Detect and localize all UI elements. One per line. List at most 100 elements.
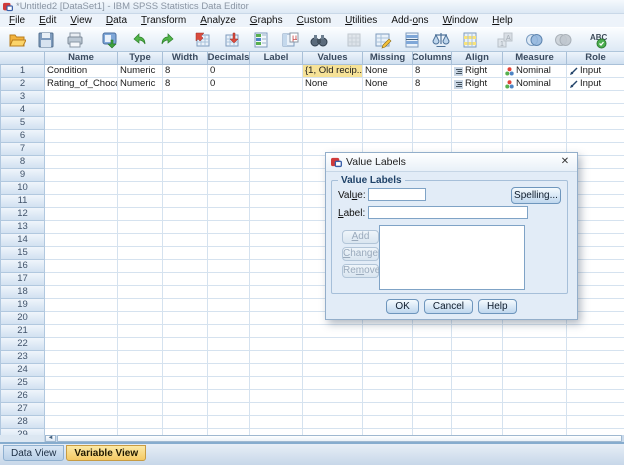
cell-measure[interactable]	[503, 390, 567, 403]
scrollbar-thumb[interactable]	[57, 435, 622, 442]
cell-measure[interactable]	[503, 416, 567, 429]
cell-type[interactable]	[118, 91, 163, 104]
cell-width[interactable]	[163, 195, 208, 208]
cell-values[interactable]	[303, 117, 363, 130]
cell-name[interactable]	[45, 351, 118, 364]
cell-align[interactable]	[452, 325, 503, 338]
cell-type[interactable]	[118, 390, 163, 403]
variable-info-button[interactable]: μ	[276, 29, 303, 51]
cell-align[interactable]	[452, 390, 503, 403]
cell-width[interactable]	[163, 221, 208, 234]
cell-type[interactable]	[118, 325, 163, 338]
menu-item[interactable]: Edit	[32, 14, 63, 27]
cell-name[interactable]	[45, 390, 118, 403]
col-header-measure[interactable]: Measure	[503, 52, 567, 65]
cell-align[interactable]	[452, 338, 503, 351]
cell-type[interactable]	[118, 208, 163, 221]
cell-width[interactable]	[163, 104, 208, 117]
cell-values[interactable]	[303, 325, 363, 338]
cell-label[interactable]	[250, 156, 303, 169]
cell-role[interactable]	[567, 416, 624, 429]
row-header[interactable]: 27	[0, 403, 45, 416]
cell-label[interactable]	[250, 130, 303, 143]
cell-type[interactable]	[118, 416, 163, 429]
use-variable-sets-button[interactable]	[520, 29, 547, 51]
cell-decimals[interactable]	[208, 312, 250, 325]
col-header-width[interactable]: Width	[163, 52, 208, 65]
row-header[interactable]: 3	[0, 91, 45, 104]
row-header[interactable]: 17	[0, 273, 45, 286]
cell-type[interactable]	[118, 364, 163, 377]
cell-name[interactable]	[45, 91, 118, 104]
menu-item[interactable]: Help	[485, 14, 520, 27]
cell-decimals[interactable]	[208, 286, 250, 299]
cell-decimals[interactable]	[208, 260, 250, 273]
cell-label[interactable]	[250, 351, 303, 364]
cell-values[interactable]	[303, 91, 363, 104]
cell-width[interactable]	[163, 182, 208, 195]
cell-columns[interactable]	[413, 104, 452, 117]
cell-label[interactable]	[250, 169, 303, 182]
cell-width[interactable]	[163, 403, 208, 416]
cell-width[interactable]	[163, 338, 208, 351]
menu-item[interactable]: Add-ons	[384, 14, 435, 27]
row-header[interactable]: 8	[0, 156, 45, 169]
cell-missing[interactable]	[363, 390, 413, 403]
cell-type[interactable]	[118, 117, 163, 130]
cell-align[interactable]	[452, 117, 503, 130]
cell-type[interactable]: Numeric	[118, 65, 163, 78]
col-header-values[interactable]: Values	[303, 52, 363, 65]
row-header[interactable]: 11	[0, 195, 45, 208]
cell-measure[interactable]	[503, 377, 567, 390]
cell-width[interactable]	[163, 247, 208, 260]
cell-label[interactable]	[250, 234, 303, 247]
cell-align[interactable]	[452, 351, 503, 364]
dialog-title-bar[interactable]: Value Labels ✕	[326, 153, 577, 172]
cell-role[interactable]: Input	[567, 65, 624, 78]
cell-type[interactable]	[118, 299, 163, 312]
cell-decimals[interactable]	[208, 130, 250, 143]
redo-button[interactable]	[154, 29, 181, 51]
row-header[interactable]: 25	[0, 377, 45, 390]
menu-item[interactable]: Graphs	[243, 14, 290, 27]
ok-button[interactable]: OK	[386, 299, 419, 314]
cell-columns[interactable]	[413, 351, 452, 364]
cell-name[interactable]	[45, 234, 118, 247]
cell-name[interactable]	[45, 195, 118, 208]
cell-label[interactable]	[250, 338, 303, 351]
cell-columns[interactable]	[413, 338, 452, 351]
cell-label[interactable]	[250, 78, 303, 91]
cell-width[interactable]: 8	[163, 65, 208, 78]
cell-width[interactable]	[163, 143, 208, 156]
tab-variable-view[interactable]: Variable View	[66, 445, 147, 461]
cell-type[interactable]	[118, 104, 163, 117]
row-header[interactable]: 16	[0, 260, 45, 273]
scrollbar-track[interactable]	[56, 435, 624, 442]
cell-type[interactable]	[118, 260, 163, 273]
cell-role[interactable]	[567, 403, 624, 416]
cell-name[interactable]	[45, 286, 118, 299]
cell-name[interactable]: Rating_of_Chocolate	[45, 78, 118, 91]
cell-label[interactable]	[250, 195, 303, 208]
row-header[interactable]: 14	[0, 234, 45, 247]
row-header[interactable]: 5	[0, 117, 45, 130]
spelling-button[interactable]: Spelling...	[511, 187, 561, 204]
cell-width[interactable]	[163, 377, 208, 390]
cell-width[interactable]	[163, 234, 208, 247]
cell-align[interactable]	[452, 130, 503, 143]
cell-label[interactable]	[250, 143, 303, 156]
cell-width[interactable]	[163, 117, 208, 130]
cell-width[interactable]	[163, 325, 208, 338]
cell-name[interactable]	[45, 247, 118, 260]
cell-decimals[interactable]	[208, 221, 250, 234]
cell-decimals[interactable]	[208, 195, 250, 208]
row-header[interactable]: 18	[0, 286, 45, 299]
cell-label[interactable]	[250, 299, 303, 312]
value-input[interactable]	[368, 188, 426, 201]
row-header[interactable]: 28	[0, 416, 45, 429]
show-all-variables-button[interactable]	[549, 29, 576, 51]
row-header[interactable]: 26	[0, 390, 45, 403]
cell-decimals[interactable]	[208, 91, 250, 104]
cell-missing[interactable]	[363, 338, 413, 351]
change-button[interactable]: Change	[342, 247, 379, 261]
